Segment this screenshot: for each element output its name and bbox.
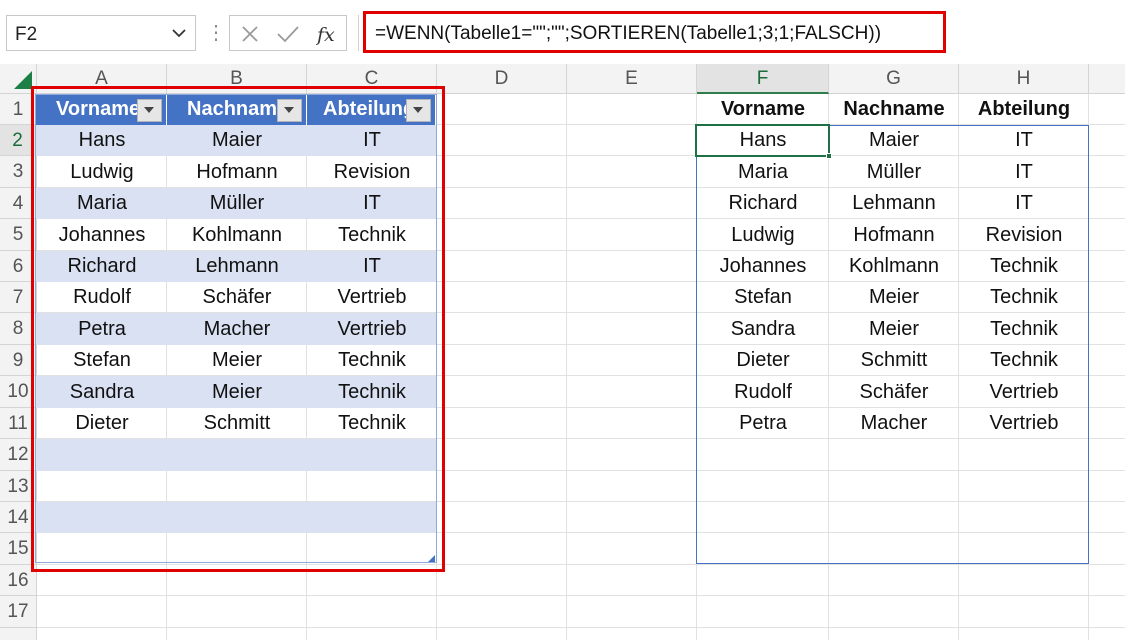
name-box[interactable]: F2: [6, 15, 196, 51]
row-header-18[interactable]: [0, 628, 37, 640]
formula-highlight-box: [363, 11, 946, 53]
column-header-e[interactable]: E: [567, 64, 697, 94]
spill-range-border: [696, 125, 1089, 564]
column-header-g[interactable]: G: [829, 64, 959, 94]
gridline: [566, 94, 567, 640]
fill-handle-icon[interactable]: [826, 153, 832, 159]
active-cell-selection[interactable]: [695, 124, 830, 157]
name-box-value: F2: [15, 24, 38, 45]
column-header-f[interactable]: F: [697, 64, 829, 94]
row-header-17[interactable]: 17: [0, 596, 37, 628]
gridline: [37, 627, 1125, 628]
result-header-nachname[interactable]: Nachname: [829, 94, 959, 125]
gridline: [37, 595, 1125, 596]
chevron-down-icon[interactable]: [169, 23, 189, 43]
result-header-vorname[interactable]: Vorname: [697, 94, 829, 125]
svg-text:fx: fx: [316, 24, 335, 46]
more-options-icon[interactable]: ⋮: [206, 20, 226, 45]
insert-function-icon[interactable]: fx: [316, 22, 340, 46]
column-header-d[interactable]: D: [437, 64, 567, 94]
column-header-h[interactable]: H: [959, 64, 1089, 94]
confirm-check-icon[interactable]: [276, 24, 300, 44]
source-table-highlight-box: [31, 86, 445, 572]
column-header-next[interactable]: [1089, 64, 1125, 94]
result-header-abteilung[interactable]: Abteilung: [959, 94, 1089, 125]
formula-buttons: fx: [229, 15, 347, 51]
cancel-icon[interactable]: [240, 24, 260, 44]
select-all-triangle-icon: [14, 71, 32, 89]
